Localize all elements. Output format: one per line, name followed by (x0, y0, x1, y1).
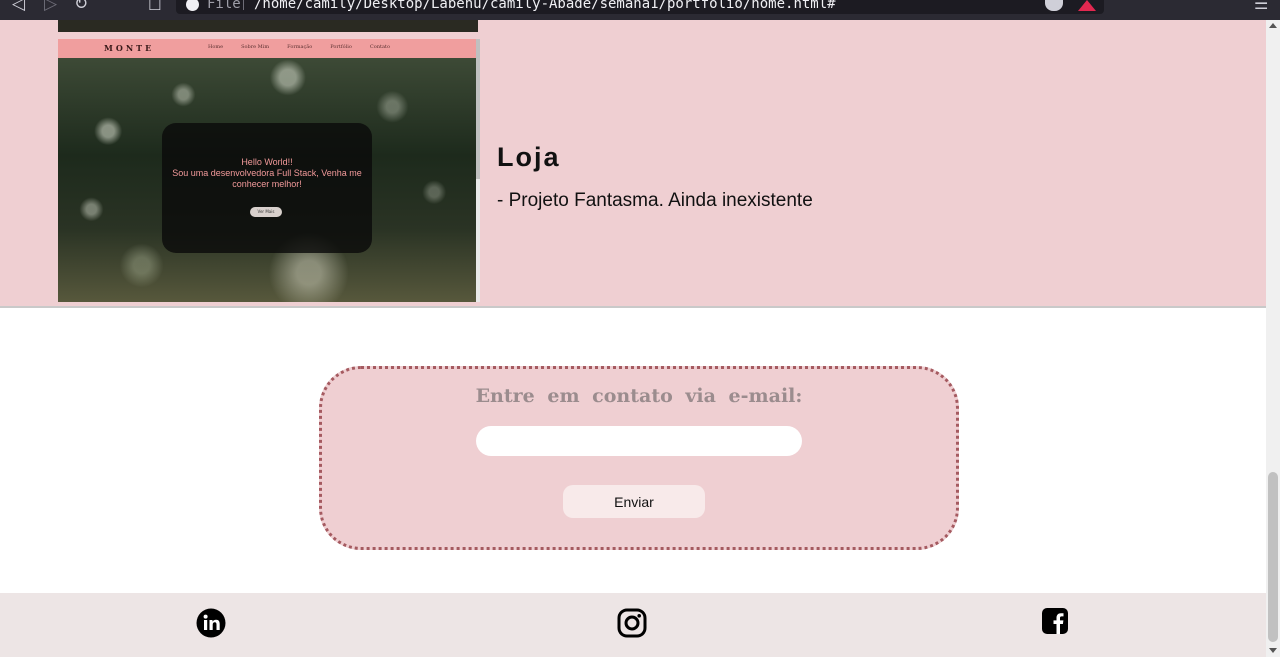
footer (0, 593, 1266, 657)
contact-heading: Entre em contato via e-mail: (475, 385, 803, 407)
project-description: - Projeto Fantasma. Ainda inexistente (497, 190, 813, 211)
preview-logo: MONTE (104, 43, 155, 53)
send-button[interactable]: Enviar (563, 485, 705, 518)
forward-arrow-icon[interactable]: ▷ (44, 0, 57, 14)
linkedin-icon[interactable] (196, 608, 226, 638)
bookmark-icon[interactable]: ☐ (148, 0, 161, 14)
scrollbar-thumb[interactable] (1268, 472, 1278, 642)
instagram-icon[interactable] (617, 608, 647, 638)
preview-scrollbar (476, 39, 480, 302)
preview-nav-links: Home Sobre Mim Formação Portfólio Contat… (208, 44, 390, 50)
preview-nav-sobre: Sobre Mim (241, 44, 270, 50)
preview-intro-line-2: conhecer melhor! (232, 179, 302, 189)
info-icon[interactable] (186, 0, 199, 11)
project-screenshot: MONTE Home Sobre Mim Formação Portfólio … (58, 39, 480, 302)
project-section: MONTE Home Sobre Mim Formação Portfólio … (0, 20, 1266, 308)
preview-nav-home: Home (208, 44, 224, 50)
preview-nav-contato: Contato (369, 44, 390, 50)
hamburger-menu-icon[interactable]: ☰ (1254, 0, 1268, 13)
url-separator (243, 0, 244, 10)
preview-intro-line: Sou uma desenvolvedora Full Stack, Venha… (172, 168, 362, 178)
preview-ver-mais-button: Ver Mais (250, 207, 282, 217)
preview-nav-formacao: Formação (287, 44, 313, 50)
reload-icon[interactable]: ↻ (74, 0, 88, 14)
preview-navbar: MONTE Home Sobre Mim Formação Portfólio … (58, 39, 476, 58)
previous-project-screenshot (58, 20, 478, 32)
warning-extension-icon[interactable] (1078, 0, 1096, 11)
scroll-up-arrow-icon[interactable] (1269, 23, 1277, 28)
page-scrollbar[interactable] (1266, 20, 1280, 657)
url-scheme-label: File (207, 0, 241, 12)
browser-toolbar: ◁ ▷ ↻ ☐ File /home/camily/Desktop/Labenu… (0, 0, 1280, 20)
preview-hero-text: Hello World!! Sou uma desenvolvedora Ful… (162, 157, 372, 190)
scroll-down-arrow-icon[interactable] (1269, 648, 1277, 653)
url-text[interactable]: /home/camily/Desktop/Labenu/camily-Abade… (254, 0, 836, 12)
contact-form: Entre em contato via e-mail: Enviar (319, 366, 959, 550)
preview-nav-portfolio: Portfólio (330, 44, 352, 50)
project-title: Loja (497, 142, 561, 172)
facebook-icon[interactable] (1042, 608, 1072, 638)
back-arrow-icon[interactable]: ◁ (12, 0, 25, 14)
preview-hero-card: Hello World!! Sou uma desenvolvedora Ful… (162, 123, 372, 253)
email-input[interactable] (476, 426, 802, 456)
address-bar[interactable]: File /home/camily/Desktop/Labenu/camily-… (176, 0, 1104, 14)
preview-hello-line: Hello World!! (241, 157, 293, 167)
